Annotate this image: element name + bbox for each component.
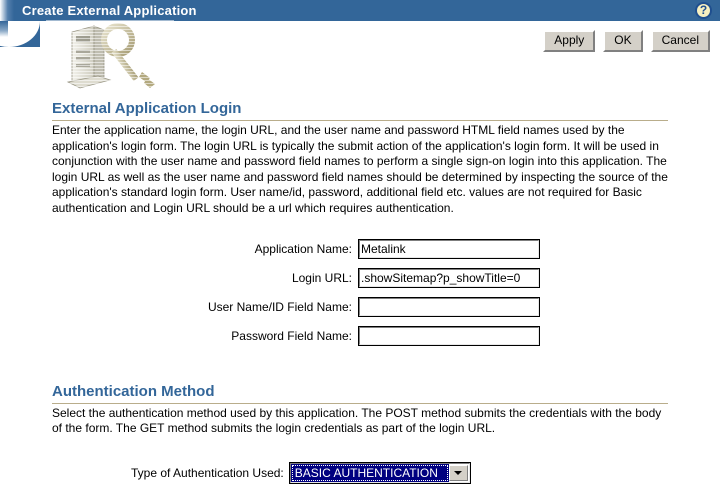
auth-section-heading: Authentication Method (52, 382, 215, 400)
ok-button[interactable]: OK (603, 30, 643, 52)
login-url-input-wrap (358, 267, 540, 288)
user-name-id-field-name-label: User Name/ID Field Name: (207, 299, 352, 314)
login-section-divider (52, 120, 668, 121)
form-row-application-name: Application Name: (52, 238, 540, 268)
chevron-down-glyph (454, 470, 463, 475)
password-field-name-input[interactable] (359, 326, 539, 345)
authentication-type-select[interactable]: BASIC AUTHENTICATION (288, 461, 471, 484)
login-url-label: Login URL: (291, 270, 352, 285)
title-bar-left-fade (0, 0, 14, 21)
auth-section-divider (52, 402, 668, 404)
application-name-label: Application Name: (254, 241, 352, 256)
form-row-login-url: Login URL: (52, 267, 540, 297)
application-name-input-wrap (358, 238, 540, 259)
server-with-key-graphic (46, 20, 174, 98)
banner-curve-edge (0, 21, 8, 37)
login-url-input[interactable] (359, 268, 539, 287)
password-field-name-label: Password Field Name: (231, 328, 352, 343)
user-name-id-field-name-input[interactable] (359, 297, 539, 316)
external-application-login-section: External Application Login Enter the app… (0, 100, 720, 355)
auth-section-description: Select the authentication method used by… (52, 405, 662, 436)
authentication-type-selected-value[interactable]: BASIC AUTHENTICATION (290, 463, 449, 482)
authentication-method-section: Authentication Method Select the authent… (0, 383, 720, 437)
cancel-button[interactable]: Cancel (650, 30, 710, 52)
action-button-bar: Apply OK Cancel (543, 30, 710, 52)
login-section-heading: External Application Login (52, 100, 242, 117)
apply-button[interactable]: Apply (543, 30, 596, 52)
user-name-id-field-name-input-wrap (358, 296, 540, 317)
authentication-type-label: Type of Authentication Used: (131, 465, 284, 480)
password-field-name-input-wrap (358, 325, 540, 346)
form-row-user-name-id-field-name: User Name/ID Field Name: (52, 296, 540, 326)
application-name-input[interactable] (359, 239, 539, 258)
window-title: Create External Application (22, 3, 197, 18)
window-title-bar: Create External Application ? (0, 0, 720, 21)
authentication-type-row: Type of Authentication Used: BASIC AUTHE… (0, 461, 720, 484)
form-row-password-field-name: Password Field Name: (52, 325, 540, 355)
help-question-icon[interactable]: ? (695, 2, 712, 19)
login-form-table: Application Name: Login URL: (52, 238, 540, 355)
login-section-description: Enter the application name, the login UR… (52, 123, 668, 215)
chevron-down-icon[interactable] (448, 464, 468, 481)
page-content: External Application Login Enter the app… (0, 100, 720, 484)
